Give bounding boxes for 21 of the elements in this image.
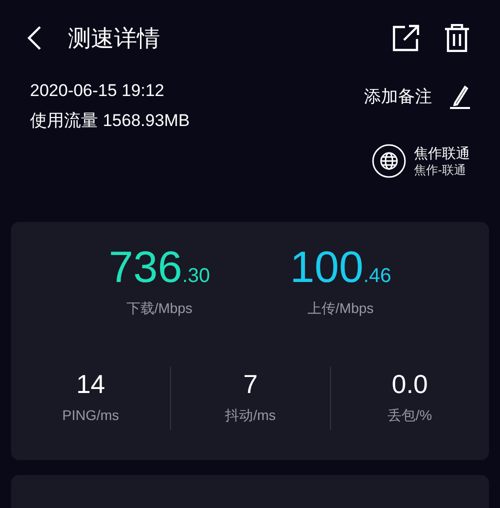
test-time: 2020-06-15 19:12	[30, 80, 166, 102]
speed-label: 上传/Mbps	[306, 298, 375, 318]
metric-value: 7	[242, 370, 259, 396]
data-usage: 使用流量 1568.93MB	[30, 110, 190, 132]
add-note-button[interactable]: 添加备注	[364, 84, 470, 110]
share-icon[interactable]	[392, 24, 420, 52]
isp-name: 焦作联通	[414, 144, 470, 162]
metric-value: 0.0	[390, 370, 429, 396]
speed-value: 736.30	[108, 246, 210, 290]
metric-label: PING/ms	[61, 406, 120, 424]
back-icon[interactable]	[26, 25, 42, 51]
trash-icon[interactable]	[444, 24, 470, 52]
pencil-icon	[448, 84, 470, 109]
isp-location: 焦作-联通	[414, 162, 467, 178]
speed-label: 下载/Mbps	[125, 298, 194, 318]
page-title: 测速详情	[68, 24, 160, 53]
speed-value: 100.46	[290, 246, 392, 290]
globe-icon	[372, 144, 406, 178]
metric-value: 14	[75, 370, 106, 396]
metric-label: 丢包/%	[386, 406, 433, 424]
metric-label: 抖动/ms	[224, 406, 277, 424]
